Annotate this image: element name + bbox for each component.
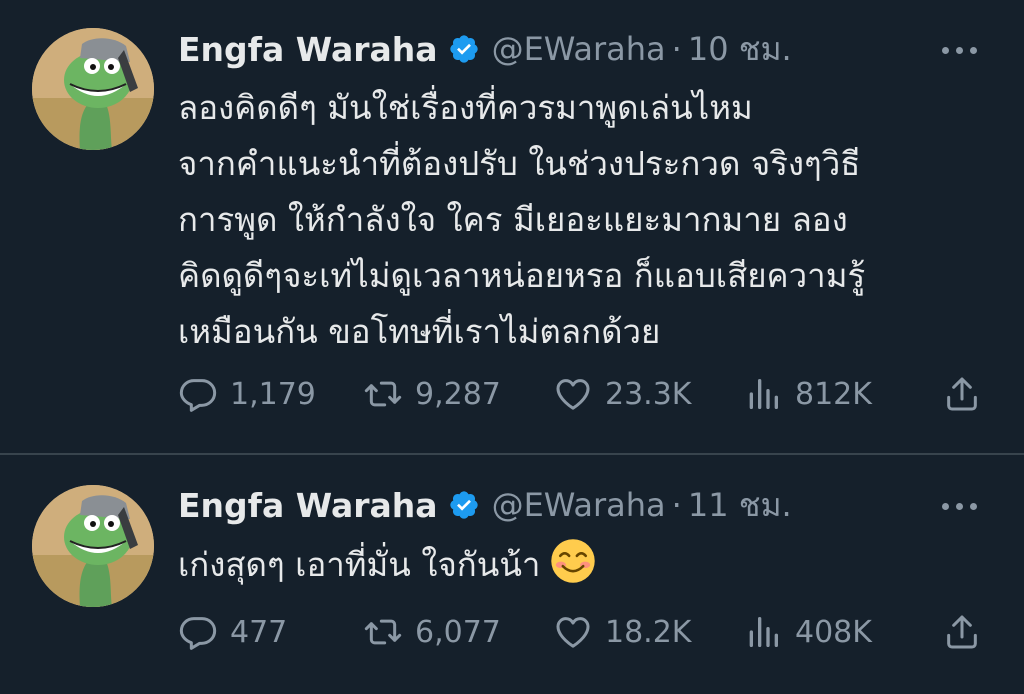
retweet-count: 9,287 xyxy=(415,376,501,412)
like-button[interactable]: 23.3K xyxy=(553,372,691,416)
retweet-button[interactable]: 9,287 xyxy=(363,372,501,416)
reply-icon xyxy=(179,379,217,412)
tweet[interactable]: Engfa Waraha @EWaraha · 10 ชม. ลองคิดดีๆ… xyxy=(0,0,1024,453)
like-count: 23.3K xyxy=(605,376,692,412)
user-handle[interactable]: @EWaraha xyxy=(492,30,666,68)
share-button[interactable] xyxy=(942,372,982,416)
tweet-text-line: เก่งสุดๆ เอาที่มั่น ใจกันน้า xyxy=(178,537,1004,593)
display-name[interactable]: Engfa Waraha xyxy=(178,30,438,69)
separator-dot: · xyxy=(671,30,682,68)
more-icon[interactable] xyxy=(934,40,984,60)
tweet-text: เก่งสุดๆ เอาที่มั่น ใจกันน้า xyxy=(178,537,1004,593)
tweet-header: Engfa Waraha @EWaraha · 10 ชม. xyxy=(178,26,1004,72)
retweet-icon xyxy=(364,619,402,645)
views-icon xyxy=(749,379,778,409)
retweet-icon xyxy=(364,381,402,407)
avatar[interactable] xyxy=(32,28,154,150)
share-button[interactable] xyxy=(942,610,982,654)
views-icon xyxy=(749,617,778,647)
tweet-actions: 477 6,077 18.2K 408K xyxy=(178,610,998,654)
reply-icon xyxy=(179,617,217,650)
reply-button[interactable]: 1,179 xyxy=(178,372,316,416)
timestamp[interactable]: 11 ชม. xyxy=(688,480,792,531)
tweet-text-line: จากคำแนะนำที่ต้องปรับ ในช่วงประกวด จริงๆ… xyxy=(178,144,861,183)
tweet-text-line: การพูด ให้กำลังใจ ใคร มีเยอะแยะมากมาย ลอ… xyxy=(178,200,848,239)
tweet-text-content: เก่งสุดๆ เอาที่มั่น ใจกันน้า xyxy=(178,545,541,584)
user-handle[interactable]: @EWaraha xyxy=(492,486,666,524)
more-icon[interactable] xyxy=(934,496,984,516)
tweet[interactable]: Engfa Waraha @EWaraha · 11 ชม. เก่งสุดๆ … xyxy=(0,455,1024,694)
reply-count: 477 xyxy=(230,614,288,650)
tweet-text-line: คิดดูดีๆจะเท่ไม่ดูเวลาหน่อยหรอ ก็แอบเสีย… xyxy=(178,256,866,295)
avatar[interactable] xyxy=(32,485,154,607)
like-icon xyxy=(556,617,590,648)
tweet-text-line: เหมือนกัน ขอโทษที่เราไม่ตลกด้วย xyxy=(178,312,661,351)
tweet-text-line: ลองคิดดีๆ มันใช่เรื่องที่ควรมาพูดเล่นไหม xyxy=(178,88,753,127)
views-count: 812K xyxy=(795,376,872,412)
timestamp[interactable]: 10 ชม. xyxy=(688,24,792,75)
share-icon xyxy=(947,615,977,649)
tweet-text: ลองคิดดีๆ มันใช่เรื่องที่ควรมาพูดเล่นไหม… xyxy=(178,80,1004,360)
like-icon xyxy=(556,379,590,410)
reply-count: 1,179 xyxy=(230,376,316,412)
tweet-header: Engfa Waraha @EWaraha · 11 ชม. xyxy=(178,482,1004,528)
separator-dot: · xyxy=(671,486,682,524)
views-count: 408K xyxy=(795,614,872,650)
retweet-button[interactable]: 6,077 xyxy=(363,610,501,654)
tweet-actions: 1,179 9,287 23.3K 812K xyxy=(178,372,998,416)
views-button[interactable]: 408K xyxy=(743,610,872,654)
verified-badge-icon xyxy=(449,491,478,519)
smiling-face-emoji xyxy=(551,539,596,583)
like-button[interactable]: 18.2K xyxy=(553,610,691,654)
retweet-count: 6,077 xyxy=(415,614,501,650)
verified-badge-icon xyxy=(449,35,478,63)
views-button[interactable]: 812K xyxy=(743,372,872,416)
share-icon xyxy=(947,377,977,411)
reply-button[interactable]: 477 xyxy=(178,610,287,654)
display-name[interactable]: Engfa Waraha xyxy=(178,486,438,525)
like-count: 18.2K xyxy=(605,614,692,650)
